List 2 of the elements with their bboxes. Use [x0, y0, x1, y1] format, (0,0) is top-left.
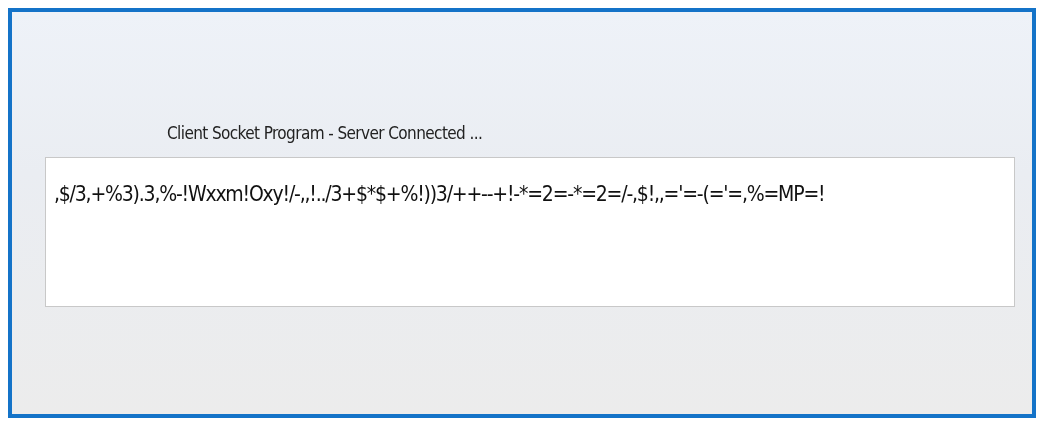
- message-text-box[interactable]: ,$/3,+%3).3,%-!Wxxm!Oxy!/-,,!../3+$*$+%!))3/++--+!-*=2=-*=2=/-,$!,,='=-(='=,%=MP=!: [45, 157, 1015, 307]
- status-label: Client Socket Program - Server Connected ...: [167, 123, 484, 143]
